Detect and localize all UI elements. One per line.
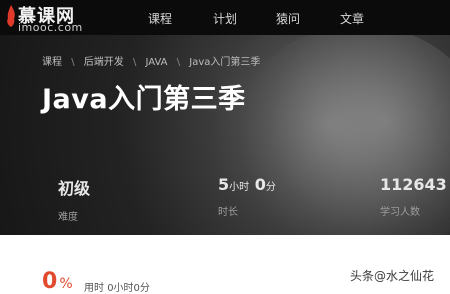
course-header: 课程 \ 后端开发 \ JAVA \ Java入门第三季 Java入门第三季 初… — [0, 35, 450, 235]
breadcrumb-item-current: Java入门第三季 — [189, 57, 261, 68]
duration-hours-unit: 小时 — [229, 182, 250, 193]
duration-minutes: 0 — [254, 175, 266, 194]
duration-minutes-unit: 分 — [265, 182, 276, 193]
stat-duration: 5小时 0分 时长 — [218, 175, 276, 218]
nav-item-articles[interactable]: 文章 — [340, 10, 364, 27]
flame-icon — [7, 5, 15, 27]
top-nav: 慕课网 imooc.com 课程 计划 猿问 文章 — [0, 0, 450, 35]
breadcrumb-item[interactable]: 课程 — [42, 57, 62, 68]
stat-duration-value: 5小时 0分 — [218, 175, 276, 194]
nav-item-courses[interactable]: 课程 — [148, 10, 172, 27]
stat-duration-label: 时长 — [218, 207, 238, 218]
brand-domain: imooc.com — [18, 21, 83, 34]
progress-area: 0% 用时 0小时0分 头条@水之仙花 — [0, 235, 450, 294]
breadcrumb-item[interactable]: JAVA — [146, 57, 168, 68]
breadcrumb-separator: \ — [176, 57, 181, 68]
site-logo[interactable]: 慕课网 imooc.com — [6, 2, 106, 34]
time-used-value: 0小时0分 — [107, 283, 150, 294]
stat-learners-value: 112643 — [380, 175, 447, 194]
nav-item-qa[interactable]: 猿问 — [276, 10, 300, 27]
breadcrumb-separator: \ — [71, 57, 75, 68]
progress-percent-value: 0 — [42, 269, 58, 294]
duration-hours: 5 — [218, 175, 230, 194]
stat-level-value: 初级 — [58, 179, 91, 198]
progress-percent: 0% — [42, 269, 73, 294]
course-title: Java入门第三季 — [42, 84, 246, 115]
progress-percent-sign: % — [59, 276, 73, 292]
time-used: 用时 0小时0分 — [84, 279, 150, 294]
breadcrumb-item[interactable]: 后端开发 — [84, 57, 124, 68]
breadcrumb-separator: \ — [132, 57, 137, 68]
watermark: 头条@水之仙花 — [345, 265, 438, 286]
stat-learners-label: 学习人数 — [380, 207, 420, 218]
time-used-label: 用时 — [84, 283, 104, 294]
breadcrumb: 课程 \ 后端开发 \ JAVA \ Java入门第三季 — [42, 53, 266, 68]
stat-level-label: 难度 — [58, 212, 78, 223]
stat-learners: 112643 学习人数 — [380, 175, 447, 218]
stat-level: 初级 难度 — [58, 175, 90, 223]
nav-item-plans[interactable]: 计划 — [213, 10, 237, 27]
